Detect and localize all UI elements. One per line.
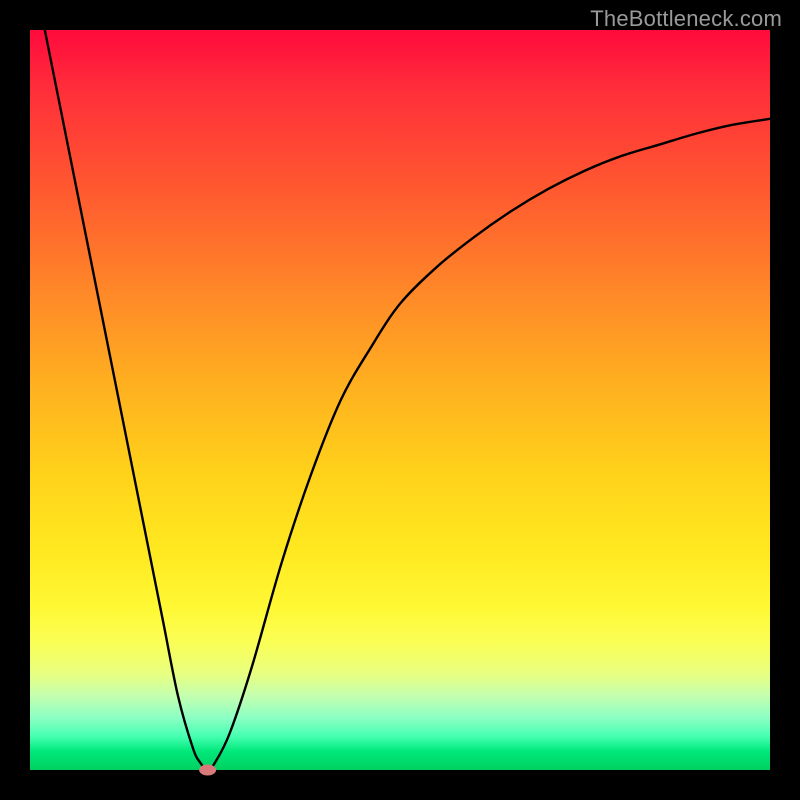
chart-frame: TheBottleneck.com <box>0 0 800 800</box>
watermark-text: TheBottleneck.com <box>590 6 782 32</box>
curve-svg <box>30 30 770 770</box>
minimum-marker <box>199 765 216 776</box>
plot-area <box>30 30 770 770</box>
bottleneck-curve <box>45 30 770 770</box>
